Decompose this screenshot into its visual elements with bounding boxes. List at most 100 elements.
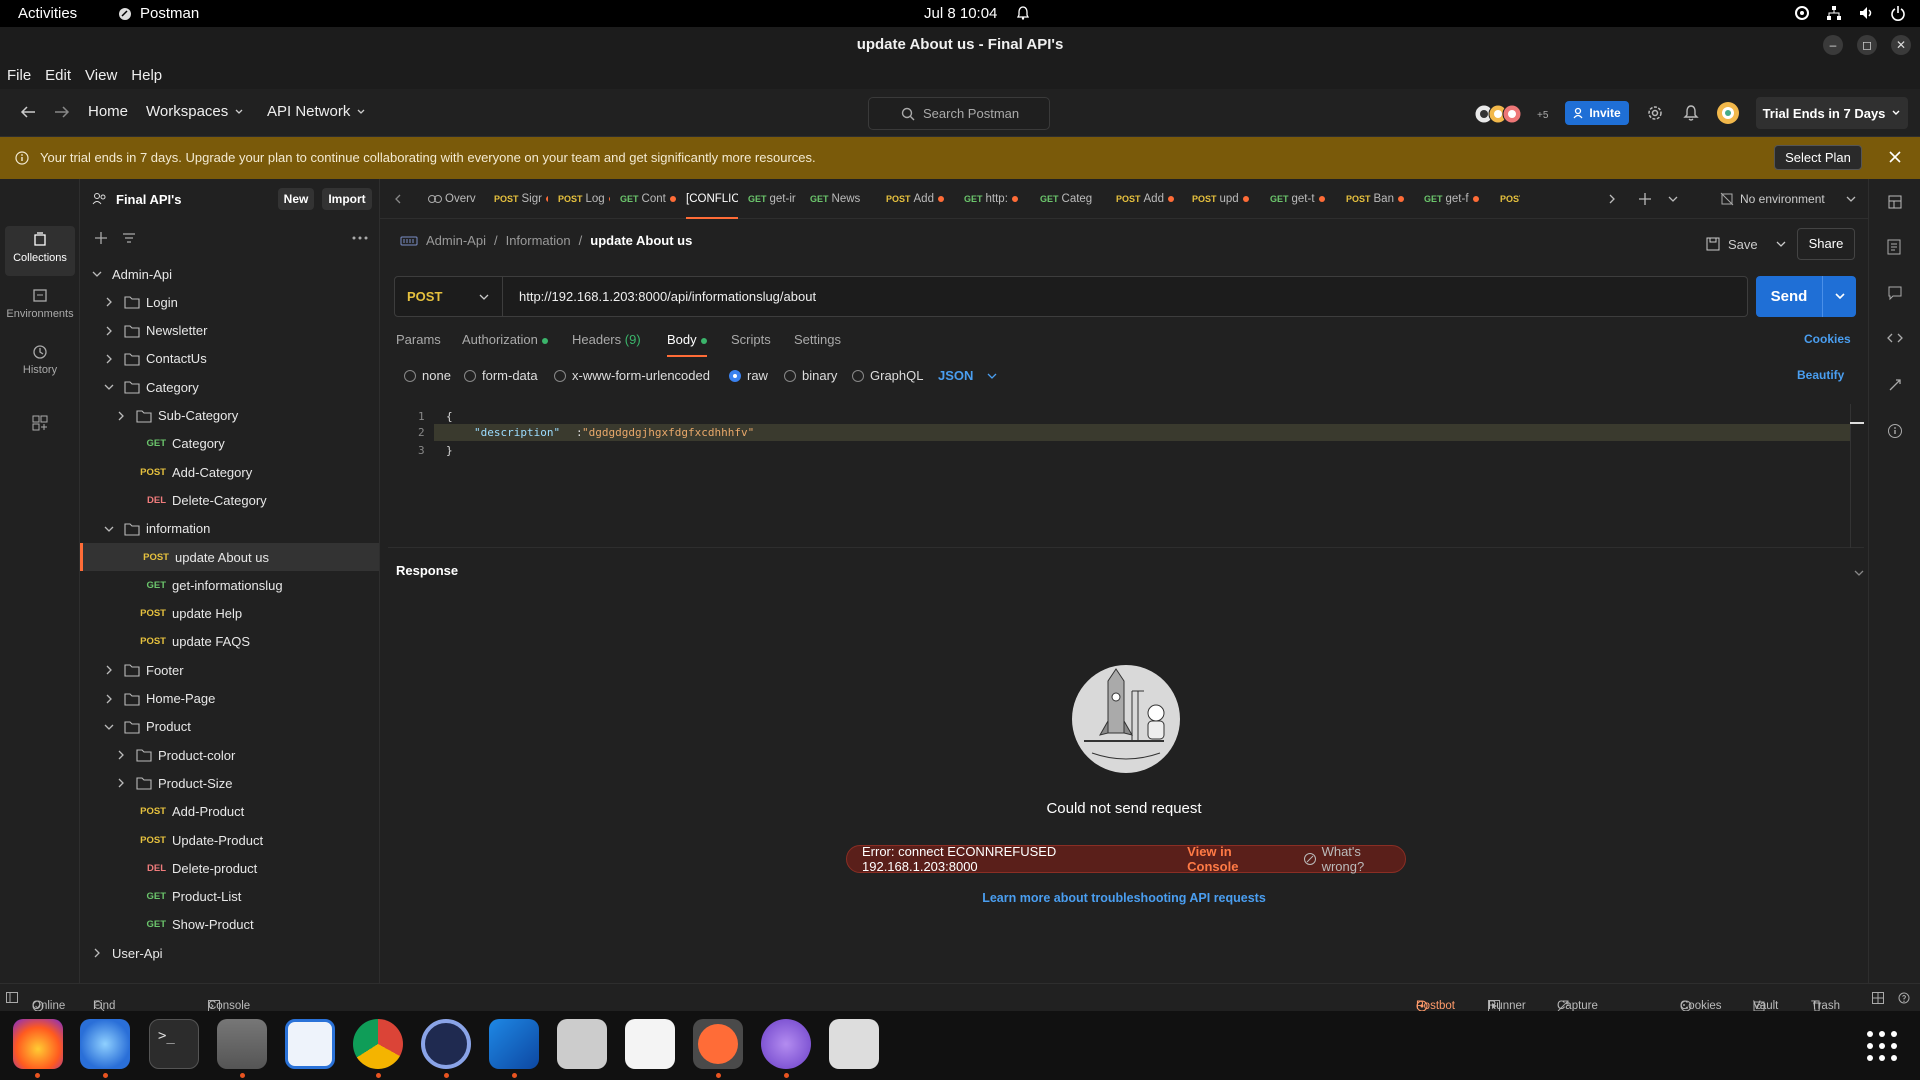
request-item[interactable]: DEL Delete-product [80,854,379,882]
save-button[interactable]: Save [1706,228,1786,260]
folder-item[interactable]: Sub-Category [80,402,379,430]
chevron-right-icon[interactable] [102,692,116,706]
send-options-button[interactable] [1822,276,1856,317]
breadcrumb-collection[interactable]: Admin-Api [426,233,486,248]
request-tab[interactable]: POST Log [558,179,610,219]
body-option-urlencoded[interactable]: x-www-form-urlencoded [554,368,710,383]
beautify-link[interactable]: Beautify [1797,368,1844,382]
user-avatar[interactable] [1716,101,1740,125]
request-tab[interactable]: GET get-t [1270,179,1336,219]
browser-globe-icon[interactable] [761,1019,811,1069]
request-tab[interactable]: POST Sigr [494,179,548,219]
image-viewer-icon[interactable] [557,1019,607,1069]
clock-app-icon[interactable] [421,1019,471,1069]
body-option-binary[interactable]: binary [784,368,837,383]
request-tab[interactable]: GET Categ [1040,179,1106,219]
request-tab[interactable]: GET get-f [1424,179,1490,219]
chevron-down-icon[interactable] [1776,240,1786,248]
close-window-button[interactable]: ✕ [1891,35,1911,55]
chevron-down-icon[interactable] [102,522,116,536]
info-icon[interactable] [1887,423,1903,439]
folder-item[interactable]: Home-Page [80,685,379,713]
documentation-icon[interactable] [1887,239,1901,255]
forward-arrow-icon[interactable] [54,105,70,119]
chevron-down-icon[interactable] [1846,195,1856,203]
request-tab[interactable]: GET get-ir [748,179,800,219]
chevron-right-icon[interactable] [114,748,128,762]
request-item[interactable]: POST update Help [80,600,379,628]
folder-item[interactable]: ContactUs [80,345,379,373]
request-tab[interactable]: POST Add [1116,179,1182,219]
app-grid-icon[interactable] [1866,1030,1898,1062]
request-tab[interactable]: POST Ban [1346,179,1414,219]
request-tab[interactable]: GET Cont [620,179,676,219]
more-options-icon[interactable] [352,236,368,240]
new-button[interactable]: New [278,188,314,210]
new-tab-icon[interactable] [1638,192,1652,206]
request-item[interactable]: POST update About us [80,543,379,571]
editor-scrollbar-thumb[interactable] [1850,422,1864,424]
toggle-sidebar-icon[interactable] [6,992,18,1003]
environment-selector[interactable]: No environment [1720,192,1825,206]
request-item[interactable]: GET Product-List [80,883,379,911]
folder-item[interactable]: Footer [80,656,379,684]
minimize-button[interactable]: – [1823,35,1843,55]
request-item[interactable]: POST Add-Product [80,798,379,826]
body-option-none[interactable]: none [404,368,451,383]
tab-scripts[interactable]: Scripts [731,332,771,347]
send-button[interactable]: Send [1756,276,1822,317]
select-plan-button[interactable]: Select Plan [1774,145,1862,170]
chevron-right-icon[interactable] [114,776,128,790]
body-option-graphql[interactable]: GraphQL [852,368,923,383]
request-tab[interactable]: [CONFLIC [686,179,738,219]
gear-icon[interactable] [1646,104,1664,122]
layout-icon[interactable] [1872,992,1884,1004]
back-arrow-icon[interactable] [20,105,36,119]
method-select[interactable]: POST [395,277,503,316]
close-icon[interactable] [1888,150,1902,164]
tab-scroll-left-icon[interactable] [394,193,402,205]
request-tab[interactable]: POST Add [886,179,954,219]
request-item[interactable]: GET get-informationslug [80,571,379,599]
tab-list-chevron-icon[interactable] [1668,195,1678,203]
body-option-raw[interactable]: raw [729,368,768,383]
folder-item[interactable]: Category [80,373,379,401]
vscode-icon[interactable] [489,1019,539,1069]
chevron-right-icon[interactable] [102,324,116,338]
search-input[interactable]: Search Postman [868,97,1050,130]
request-tab[interactable]: POST [1500,179,1520,219]
request-item[interactable]: GET Category [80,430,379,458]
tab-body[interactable]: Body [667,332,707,357]
text-editor-icon[interactable] [625,1019,675,1069]
menu-help[interactable]: Help [131,63,162,89]
chevron-right-icon[interactable] [114,409,128,423]
files-icon[interactable] [217,1019,267,1069]
help-icon[interactable] [1898,992,1910,1004]
team-avatars[interactable] [1474,103,1534,125]
nav-api-network[interactable]: API Network [267,103,366,120]
code-editor[interactable]: 1 2 3 { "description" : "dgdgdgdgjhgxfdg… [388,404,1864,548]
comments-icon[interactable] [1887,285,1903,301]
rail-environments[interactable]: Environments [5,282,75,332]
collection-item[interactable]: Admin-Api [80,260,379,288]
chevron-right-icon[interactable] [102,663,116,677]
folder-item[interactable]: information [80,515,379,543]
body-format-select[interactable]: JSON [938,368,997,383]
request-item[interactable]: POST update FAQS [80,628,379,656]
tab-scroll-right-icon[interactable] [1608,193,1616,205]
folder-item[interactable]: Product-color [80,741,379,769]
environment-quicklook-icon[interactable] [1887,194,1903,210]
folder-item[interactable]: Login [80,288,379,316]
collection-filter-input[interactable] [142,226,350,250]
activities-button[interactable]: Activities [18,5,77,22]
chevron-down-icon[interactable] [102,720,116,734]
breadcrumb-folder[interactable]: Information [506,233,571,248]
chevron-down-icon[interactable] [1854,569,1864,577]
request-item[interactable]: GET Show-Product [80,911,379,939]
folder-item[interactable]: Product-Size [80,769,379,797]
thunderbird-icon[interactable] [80,1019,130,1069]
trial-button[interactable]: Trial Ends in 7 Days [1756,97,1908,129]
tab-settings[interactable]: Settings [794,332,841,347]
configure-workbench-icon[interactable] [32,415,48,431]
postman-dock-icon[interactable] [698,1024,738,1064]
